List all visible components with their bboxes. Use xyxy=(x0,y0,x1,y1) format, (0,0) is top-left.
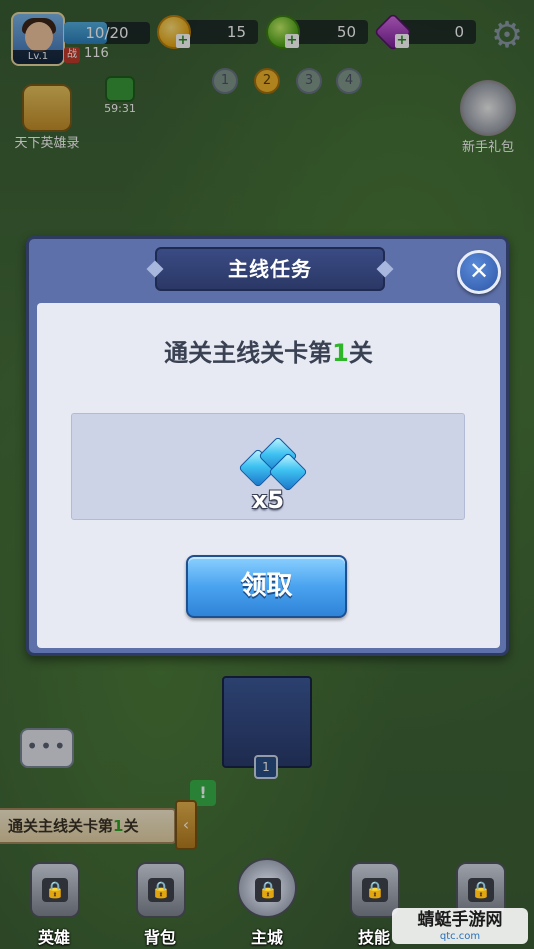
lock-icon: 🔒 xyxy=(42,878,68,902)
task-prefix: 通关主线关卡第 xyxy=(164,339,333,367)
claim-button[interactable]: 领取 xyxy=(186,555,347,618)
watermark-name: 蜻蜓手游网 xyxy=(417,910,503,930)
reward-quantity: x5 xyxy=(251,486,285,514)
site-watermark: 蜻蜓手游网 qtc.com xyxy=(392,908,528,944)
task-description: 通关主线关卡第1关 xyxy=(37,333,500,368)
close-icon: ✕ xyxy=(468,257,490,285)
close-button[interactable]: ✕ xyxy=(457,250,501,294)
lock-icon: 🔒 xyxy=(148,878,174,902)
dialog-panel: 通关主线关卡第1关 x5 领取 xyxy=(37,303,500,648)
lock-icon: 🔒 xyxy=(468,878,494,902)
dialog-title: 主线任务 xyxy=(155,247,385,291)
task-suffix: 关 xyxy=(348,339,373,367)
nav-heroes[interactable]: 🔒 英雄 xyxy=(14,856,94,949)
nav-heroes-label: 英雄 xyxy=(37,928,70,947)
nav-main-city[interactable]: 🔒 主城 xyxy=(227,856,307,949)
lock-icon: 🔒 xyxy=(362,878,388,902)
nav-bag-label: 背包 xyxy=(143,928,176,947)
nav-main-city-label: 主城 xyxy=(250,928,283,947)
lock-icon: 🔒 xyxy=(255,878,281,902)
nav-bag[interactable]: 🔒 背包 xyxy=(120,856,200,949)
reward-box: x5 xyxy=(71,413,465,520)
watermark-url: qtc.com xyxy=(439,931,481,942)
task-number: 1 xyxy=(332,339,349,367)
main-quest-dialog: 主线任务 ✕ 通关主线关卡第1关 x5 领取 xyxy=(26,236,509,656)
